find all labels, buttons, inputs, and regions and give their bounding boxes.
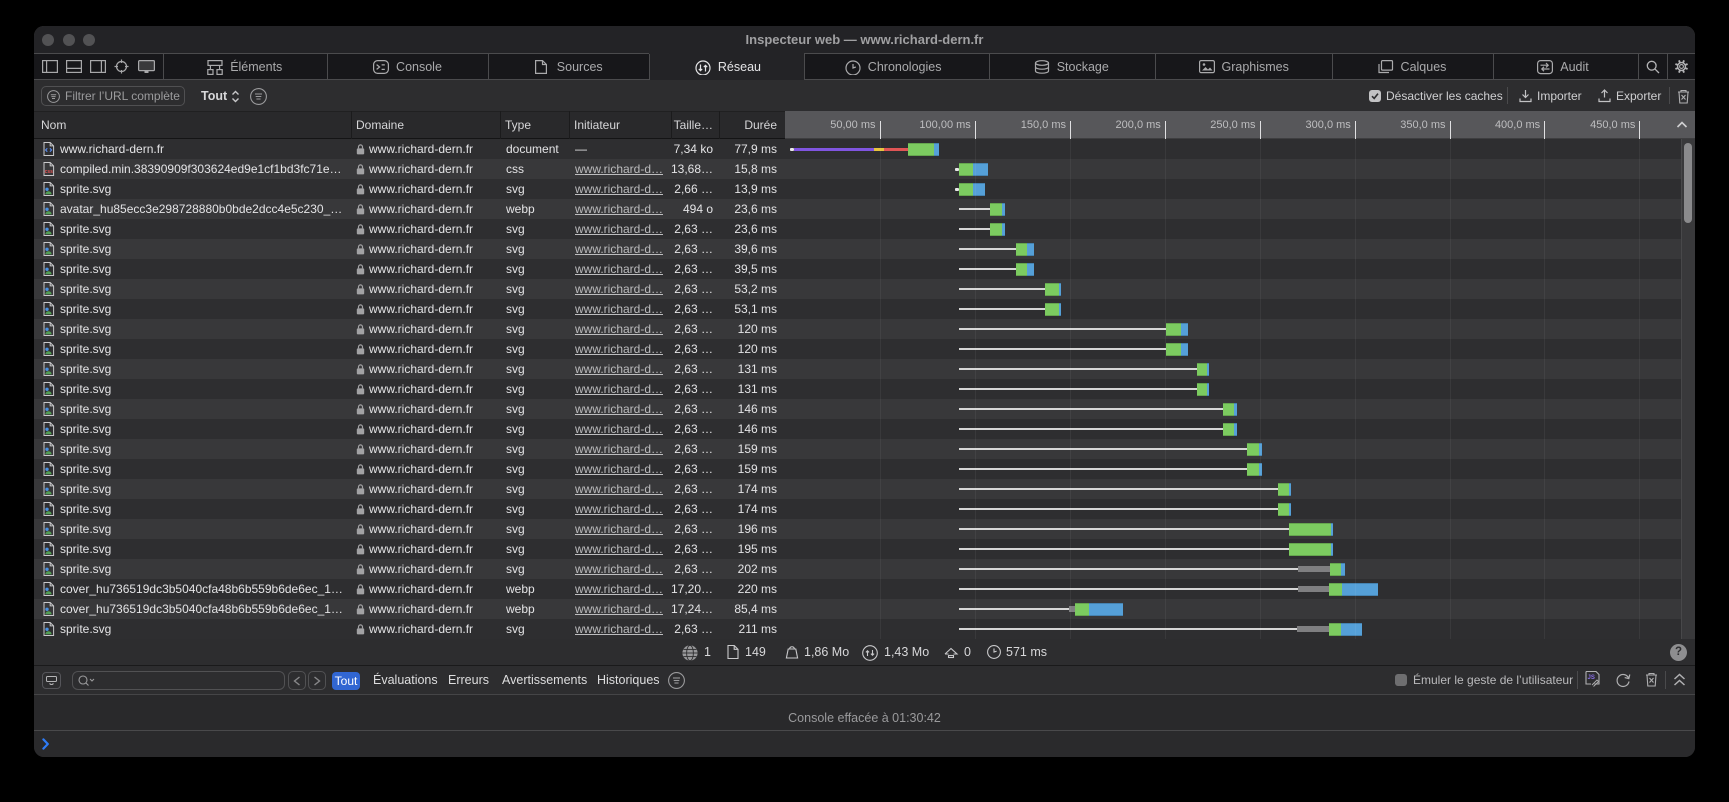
- svg-text:css: css: [45, 169, 54, 175]
- svg-text:JS: JS: [1588, 675, 1595, 681]
